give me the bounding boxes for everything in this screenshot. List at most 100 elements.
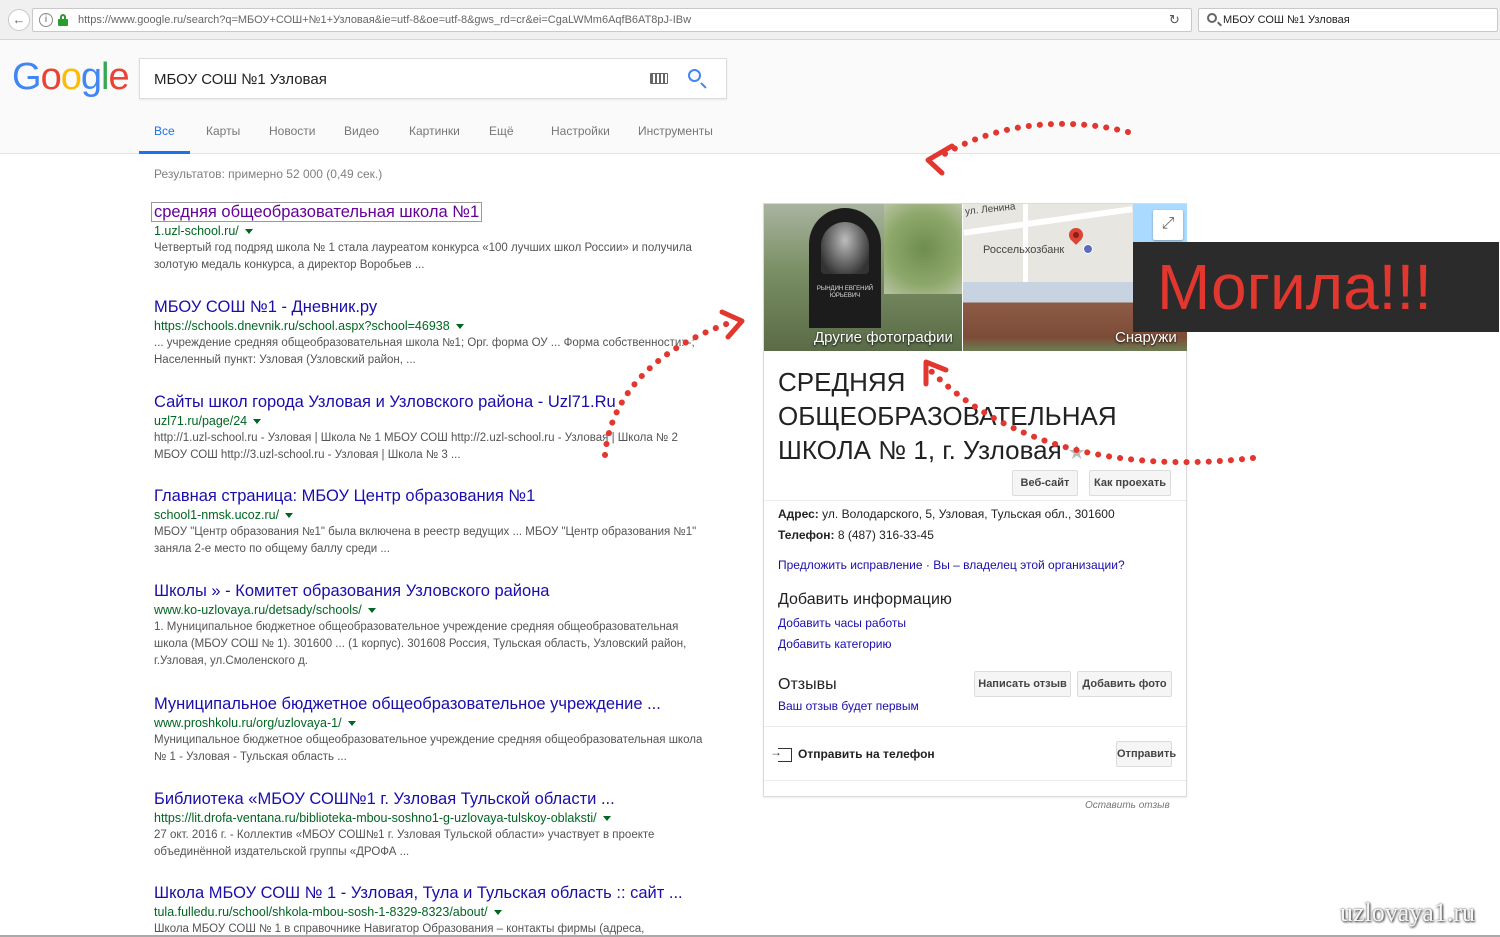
result-snippet: Четвертый год подряд школа № 1 стала лау… bbox=[154, 242, 692, 271]
send-to-phone-icon bbox=[770, 745, 792, 762]
send-to-phone-label[interactable]: Отправить на телефон bbox=[798, 747, 935, 761]
result-url-text[interactable]: www.ko-uzlovaya.ru/detsady/schools/ bbox=[154, 603, 362, 617]
google-header: Google МБОУ СОШ №1 Узловая Все Карты Нов… bbox=[0, 40, 1500, 154]
result-title-text[interactable]: средняя общеобразовательная школа №1 bbox=[151, 202, 483, 222]
result-url[interactable]: https://schools.dnevnik.ru/school.aspx?s… bbox=[154, 319, 714, 333]
result-url-text[interactable]: 1.uzl-school.ru/ bbox=[154, 224, 239, 238]
tab-video[interactable]: Видео bbox=[344, 124, 379, 154]
add-hours-link[interactable]: Добавить часы работы bbox=[778, 616, 906, 630]
website-button[interactable]: Веб-сайт bbox=[1012, 470, 1078, 496]
result-snippet: http://1.uzl-school.ru - Узловая | Школа… bbox=[154, 432, 678, 461]
map-street-label: ул. Ленина bbox=[964, 204, 1016, 218]
more-photos-caption[interactable]: Другие фотографии bbox=[814, 329, 953, 346]
address-line: Адрес: ул. Володарского, 5, Узловая, Тул… bbox=[778, 507, 1115, 521]
search-input[interactable]: МБОУ СОШ №1 Узловая bbox=[139, 58, 727, 99]
result-url[interactable]: uzl71.ru/page/24 bbox=[154, 414, 714, 428]
divider bbox=[764, 500, 1186, 501]
search-result: Школы » - Комитет образования Узловского… bbox=[154, 582, 714, 670]
tab-more[interactable]: Ещё bbox=[489, 124, 514, 154]
result-url-text[interactable]: tula.fulledu.ru/school/shkola-mbou-sosh-… bbox=[154, 905, 488, 919]
directions-button[interactable]: Как проехать bbox=[1089, 470, 1171, 496]
google-logo[interactable]: Google bbox=[12, 56, 130, 99]
url-dropdown-icon[interactable] bbox=[347, 721, 356, 727]
result-url-text[interactable]: school1-nmsk.ucoz.ru/ bbox=[154, 508, 279, 522]
add-photo-button[interactable]: Добавить фото bbox=[1077, 671, 1172, 697]
url-dropdown-icon[interactable] bbox=[602, 816, 611, 822]
search-result: Муниципальное бюджетное общеобразователь… bbox=[154, 695, 714, 766]
expand-map-icon[interactable]: ⤢ bbox=[1153, 210, 1183, 240]
browser-search-value[interactable]: МБОУ СОШ №1 Узловая bbox=[1223, 14, 1350, 26]
trees-background bbox=[884, 204, 962, 294]
address-bar[interactable]: i https://www.google.ru/search?q=МБОУ+СО… bbox=[32, 8, 1192, 32]
reviews-heading: Отзывы bbox=[778, 676, 837, 693]
result-snippet: ... учреждение средняя общеобразовательн… bbox=[154, 337, 695, 366]
result-title-link[interactable]: Главная страница: МБОУ Центр образования… bbox=[154, 487, 714, 506]
back-icon[interactable]: ← bbox=[8, 9, 30, 31]
result-url-text[interactable]: www.proshkolu.ru/org/uzlovaya-1/ bbox=[154, 716, 342, 730]
keyboard-icon[interactable] bbox=[650, 73, 668, 84]
result-title-link[interactable]: средняя общеобразовательная школа №1 bbox=[151, 202, 714, 222]
map-bank-label: Россельхозбанк bbox=[983, 244, 1065, 256]
result-url-text[interactable]: https://lit.drofa-ventana.ru/biblioteka-… bbox=[154, 811, 597, 825]
knowledge-panel: РЫНДИН ЕВГЕНИЙ ЮРЬЕВИЧ Другие фотографии… bbox=[763, 203, 1187, 797]
place-title-text: СРЕДНЯЯ ОБЩЕОБРАЗОВАТЕЛЬНАЯ ШКОЛА № 1, г… bbox=[778, 367, 1117, 465]
result-url-text[interactable]: uzl71.ru/page/24 bbox=[154, 414, 247, 428]
result-url[interactable]: 1.uzl-school.ru/ bbox=[154, 224, 714, 238]
search-button-icon[interactable] bbox=[688, 69, 701, 82]
phone-value[interactable]: 8 (487) 316-33-45 bbox=[838, 528, 934, 542]
result-url[interactable]: www.proshkolu.ru/org/uzlovaya-1/ bbox=[154, 716, 714, 730]
info-icon[interactable]: i bbox=[39, 13, 53, 27]
map-pin-icon bbox=[1066, 225, 1086, 245]
result-snippet: МБОУ "Центр образования №1" была включен… bbox=[154, 526, 697, 555]
tab-images[interactable]: Картинки bbox=[409, 124, 460, 154]
leave-review-link[interactable]: Оставить отзыв bbox=[1085, 800, 1170, 811]
photo-gravestone[interactable]: РЫНДИН ЕВГЕНИЙ ЮРЬЕВИЧ Другие фотографии bbox=[764, 204, 962, 351]
url-dropdown-icon[interactable] bbox=[253, 419, 262, 425]
suggest-edit-link[interactable]: Предложить исправление · Вы – владелец э… bbox=[778, 558, 1125, 572]
result-title-link[interactable]: Муниципальное бюджетное общеобразователь… bbox=[154, 695, 714, 714]
result-snippet: Муниципальное бюджетное общеобразователь… bbox=[154, 734, 703, 763]
search-result: Школа МБОУ СОШ № 1 - Узловая, Тула и Тул… bbox=[154, 884, 714, 937]
browser-search-field[interactable]: МБОУ СОШ №1 Узловая bbox=[1198, 8, 1498, 32]
url-dropdown-icon[interactable] bbox=[244, 229, 253, 235]
url-dropdown-icon[interactable] bbox=[285, 513, 294, 519]
tab-news[interactable]: Новости bbox=[269, 124, 315, 154]
star-icon[interactable]: ★ bbox=[1068, 436, 1086, 470]
browser-toolbar: ← i https://www.google.ru/search?q=МБОУ+… bbox=[0, 0, 1500, 40]
write-review-button[interactable]: Написать отзыв bbox=[974, 671, 1071, 697]
tab-tools[interactable]: Инструменты bbox=[638, 124, 713, 154]
tab-settings[interactable]: Настройки bbox=[551, 124, 610, 154]
bank-icon bbox=[1083, 244, 1093, 254]
url-dropdown-icon[interactable] bbox=[493, 910, 502, 916]
tab-maps[interactable]: Карты bbox=[206, 124, 240, 154]
address-value: ул. Володарского, 5, Узловая, Тульская о… bbox=[822, 507, 1115, 521]
place-title: СРЕДНЯЯ ОБЩЕОБРАЗОВАТЕЛЬНАЯ ШКОЛА № 1, г… bbox=[778, 365, 1158, 470]
annotation-text: Могила!!! bbox=[1157, 251, 1432, 323]
url-dropdown-icon[interactable] bbox=[367, 608, 376, 614]
result-title-link[interactable]: Сайты школ города Узловая и Узловского р… bbox=[154, 393, 714, 412]
url-dropdown-icon[interactable] bbox=[455, 324, 464, 330]
tombstone-image: РЫНДИН ЕВГЕНИЙ ЮРЬЕВИЧ bbox=[809, 208, 881, 328]
url-text[interactable]: https://www.google.ru/search?q=МБОУ+СОШ+… bbox=[78, 14, 691, 26]
result-url[interactable]: tula.fulledu.ru/school/shkola-mbou-sosh-… bbox=[154, 905, 714, 919]
search-result: Главная страница: МБОУ Центр образования… bbox=[154, 487, 714, 558]
add-info-heading: Добавить информацию bbox=[778, 591, 952, 608]
result-title-link[interactable]: Школы » - Комитет образования Узловского… bbox=[154, 582, 714, 601]
result-url[interactable]: school1-nmsk.ucoz.ru/ bbox=[154, 508, 714, 522]
reload-icon[interactable]: ↻ bbox=[1169, 12, 1180, 28]
first-review-link[interactable]: Ваш отзыв будет первым bbox=[778, 699, 919, 713]
result-url[interactable]: https://lit.drofa-ventana.ru/biblioteka-… bbox=[154, 811, 714, 825]
tombstone-inscription: РЫНДИН ЕВГЕНИЙ ЮРЬЕВИЧ bbox=[816, 286, 874, 299]
result-url[interactable]: www.ko-uzlovaya.ru/detsady/schools/ bbox=[154, 603, 714, 617]
result-title-link[interactable]: Библиотека «МБОУ СОШ№1 г. Узловая Тульск… bbox=[154, 790, 714, 809]
add-category-link[interactable]: Добавить категорию bbox=[778, 637, 892, 651]
map-road bbox=[1023, 204, 1028, 282]
result-url-text[interactable]: https://schools.dnevnik.ru/school.aspx?s… bbox=[154, 319, 450, 333]
search-query[interactable]: МБОУ СОШ №1 Узловая bbox=[154, 71, 327, 88]
portrait-image bbox=[821, 222, 869, 274]
send-button[interactable]: Отправить bbox=[1116, 741, 1176, 767]
tab-all[interactable]: Все bbox=[139, 124, 190, 154]
watermark: uzlovaya1.ru bbox=[1340, 898, 1476, 927]
result-title-link[interactable]: МБОУ СОШ №1 - Дневник.ру bbox=[154, 298, 714, 317]
result-title-link[interactable]: Школа МБОУ СОШ № 1 - Узловая, Тула и Тул… bbox=[154, 884, 714, 903]
